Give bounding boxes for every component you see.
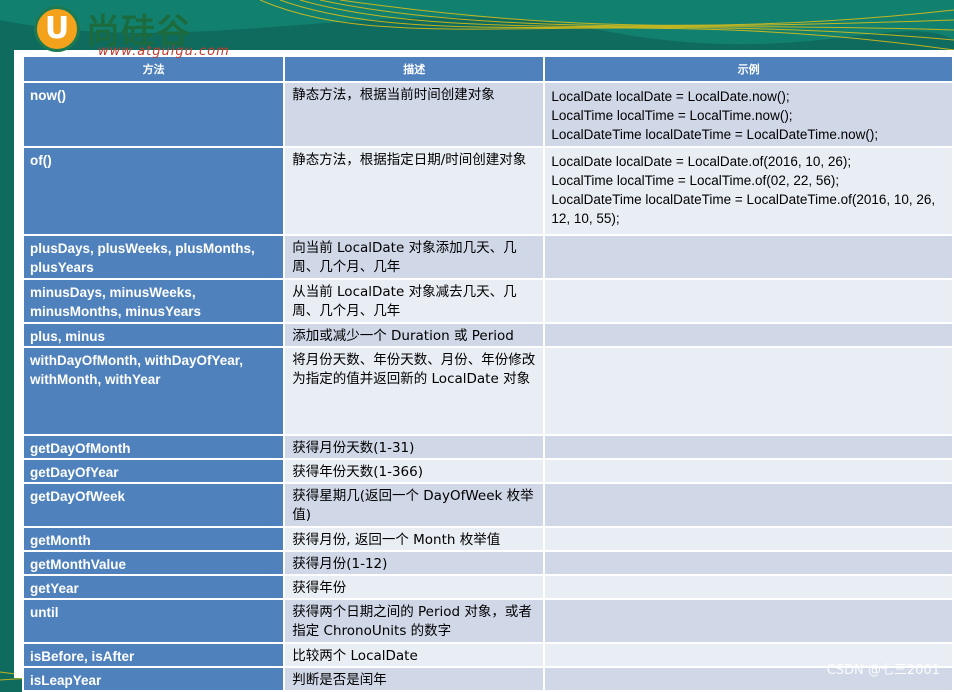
method-cell: getYear: [21, 574, 286, 600]
method-cell: of(): [21, 146, 286, 236]
example-line: LocalDate localDate = LocalDate.now();: [551, 89, 790, 104]
example-line: LocalDateTime localDateTime = LocalDateT…: [551, 192, 936, 226]
description-cell: 获得月份(1-12): [283, 550, 546, 576]
example-line: LocalDate localDate = LocalDate.of(2016,…: [551, 154, 852, 169]
description-cell: 获得月份天数(1-31): [283, 434, 546, 460]
description-cell: 获得月份, 返回一个 Month 枚举值: [283, 526, 546, 552]
example-line: LocalTime localTime = LocalTime.of(02, 2…: [551, 173, 840, 188]
method-cell: plus, minus: [21, 322, 286, 348]
method-cell: getDayOfYear: [21, 458, 286, 484]
table-row: minusDays, minusWeeks, minusMonths, minu…: [21, 278, 954, 324]
description-cell: 将月份天数、年份天数、月份、年份修改为指定的值并返回新的 LocalDate 对…: [283, 346, 546, 436]
table-row: getMonth 获得月份, 返回一个 Month 枚举值: [21, 526, 954, 552]
table-row: getYear 获得年份: [21, 574, 954, 600]
method-cell: getMonth: [21, 526, 286, 552]
header-example: 示例: [543, 55, 954, 83]
csdn-watermark: CSDN @七三2001: [826, 663, 940, 678]
table-row: now() 静态方法，根据当前时间创建对象 LocalDate localDat…: [21, 81, 954, 148]
description-cell: 添加或减少一个 Duration 或 Period: [283, 322, 546, 348]
description-cell: 获得两个日期之间的 Period 对象，或者指定 ChronoUnits 的数字: [283, 598, 546, 644]
method-cell: getMonthValue: [21, 550, 286, 576]
example-cell: [543, 322, 954, 348]
logo-u-icon: U: [34, 6, 80, 52]
description-cell: 获得年份天数(1-366): [283, 458, 546, 484]
description-cell: 静态方法，根据指定日期/时间创建对象: [283, 146, 546, 236]
table-row: withDayOfMonth, withDayOfYear, withMonth…: [21, 346, 954, 436]
example-cell: LocalDate localDate = LocalDate.of(2016,…: [543, 146, 954, 236]
table-row: of() 静态方法，根据指定日期/时间创建对象 LocalDate localD…: [21, 146, 954, 236]
table-row: plusDays, plusWeeks, plusMonths, plusYea…: [21, 234, 954, 280]
method-cell: isLeapYear: [21, 666, 286, 692]
localdate-methods-table: 方法 描述 示例 now() 静态方法，根据当前时间创建对象 LocalDate…: [21, 55, 954, 692]
header-method: 方法: [21, 55, 286, 83]
brand-logo: U 尚硅谷 www.atguigu.com: [28, 4, 260, 59]
example-cell: [543, 234, 954, 280]
description-cell: 比较两个 LocalDate: [283, 642, 546, 668]
example-cell: [543, 598, 954, 644]
description-cell: 判断是否是闰年: [283, 666, 546, 692]
example-cell: [543, 482, 954, 528]
table-row: getDayOfMonth 获得月份天数(1-31): [21, 434, 954, 460]
method-cell: withDayOfMonth, withDayOfYear, withMonth…: [21, 346, 286, 436]
method-cell: getDayOfMonth: [21, 434, 286, 460]
example-cell: [543, 278, 954, 324]
table-row: isBefore, isAfter 比较两个 LocalDate: [21, 642, 954, 668]
method-cell: minusDays, minusWeeks, minusMonths, minu…: [21, 278, 286, 324]
description-cell: 从当前 LocalDate 对象减去几天、几周、几个月、几年: [283, 278, 546, 324]
example-line: LocalTime localTime = LocalTime.now();: [551, 108, 793, 123]
method-cell: now(): [21, 81, 286, 148]
example-cell: [543, 550, 954, 576]
table-row: isLeapYear 判断是否是闰年: [21, 666, 954, 692]
table-row: plus, minus 添加或减少一个 Duration 或 Period: [21, 322, 954, 348]
description-cell: 获得星期几(返回一个 DayOfWeek 枚举值): [283, 482, 546, 528]
description-cell: 向当前 LocalDate 对象添加几天、几周、几个月、几年: [283, 234, 546, 280]
method-cell: isBefore, isAfter: [21, 642, 286, 668]
table-row: getDayOfYear 获得年份天数(1-366): [21, 458, 954, 484]
example-cell: [543, 574, 954, 600]
method-cell: getDayOfWeek: [21, 482, 286, 528]
method-cell: until: [21, 598, 286, 644]
table-header-row: 方法 描述 示例: [21, 55, 954, 83]
table-row: until 获得两个日期之间的 Period 对象，或者指定 ChronoUni…: [21, 598, 954, 644]
description-cell: 获得年份: [283, 574, 546, 600]
example-cell: [543, 434, 954, 460]
example-line: LocalDateTime localDateTime = LocalDateT…: [551, 127, 879, 142]
header-description: 描述: [283, 55, 546, 83]
method-cell: plusDays, plusWeeks, plusMonths, plusYea…: [21, 234, 286, 280]
example-cell: LocalDate localDate = LocalDate.now(); L…: [543, 81, 954, 148]
example-cell: [543, 458, 954, 484]
logo-url: www.atguigu.com: [98, 44, 230, 59]
table-row: getDayOfWeek 获得星期几(返回一个 DayOfWeek 枚举值): [21, 482, 954, 528]
table-row: getMonthValue 获得月份(1-12): [21, 550, 954, 576]
description-cell: 静态方法，根据当前时间创建对象: [283, 81, 546, 148]
example-cell: [543, 526, 954, 552]
example-cell: [543, 346, 954, 436]
